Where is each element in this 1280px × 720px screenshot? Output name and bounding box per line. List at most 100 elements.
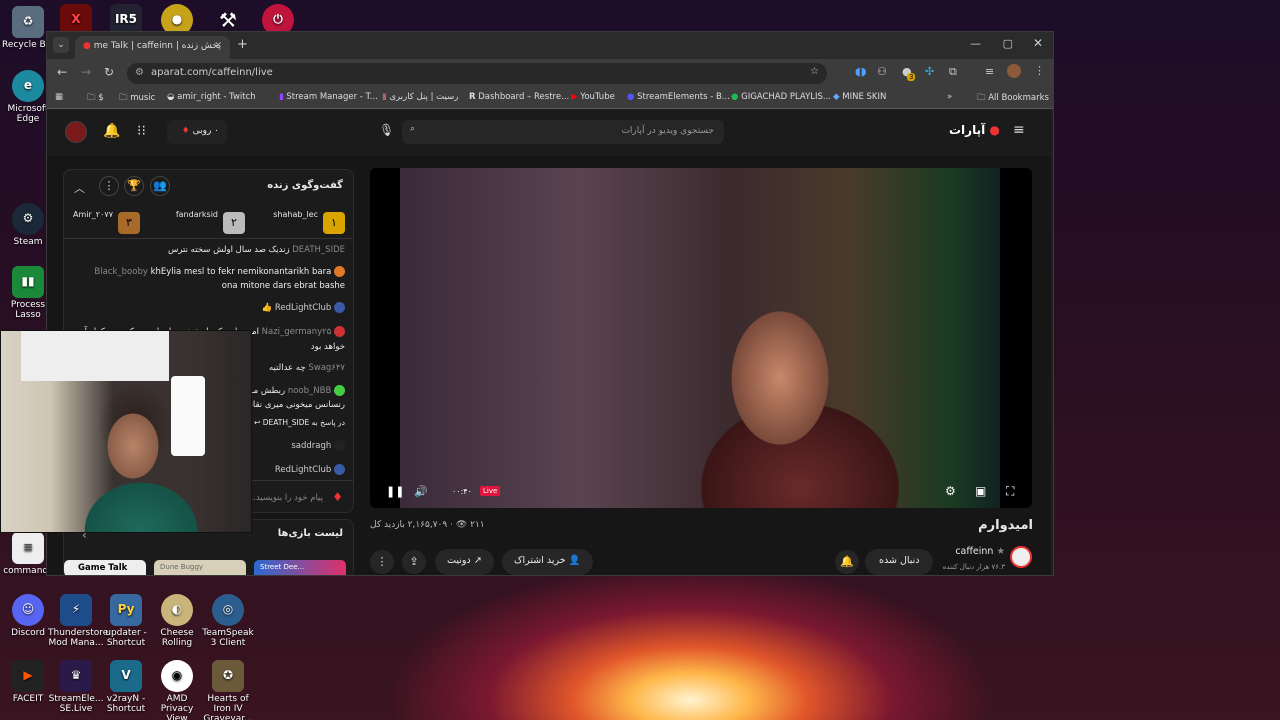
extension-icon[interactable]: ◖◗ [855,65,867,78]
minimize-icon[interactable]: — [970,37,981,50]
bookmark-2[interactable]: ◒ amir_right - Twitch [167,92,256,102]
total-views: ۲,۱۶۵,۷۰۹ بازدید کل [370,520,448,530]
pip-icon[interactable]: ▣ [975,484,986,498]
top-user-name[interactable]: fandarksid [176,210,218,219]
v2ray-label: v2rayN - Shortcut [106,694,146,714]
chat-text: khEylia mesl to fekr nemikonantarikh bar… [150,267,332,277]
chat-menu-icon[interactable]: ⋮ [99,176,119,196]
cheese-icon[interactable]: ◐ Cheese Rolling [149,594,205,649]
user-avatar[interactable] [65,121,87,143]
bookmark-0[interactable]: 🗀 $ [87,92,104,106]
video-player[interactable]: ❚❚ 🔊 ۰۰:۴۰ Live ⚙ ▣ ⛶ [370,168,1032,508]
chat-username[interactable]: RedLightClub [275,303,331,313]
apps-icon[interactable]: ⁝⁝ [137,123,146,139]
all-bookmarks[interactable]: 🗀 All Bookmarks [977,92,1049,106]
puzzle-icon[interactable]: ⧉ [949,65,957,79]
balance-button[interactable]: ۰ روبی ♦ [167,120,227,144]
close-tab-icon[interactable]: ✕ [214,41,222,51]
donate-button[interactable]: ↗ دونیت [435,549,494,575]
forward-icon[interactable]: → [81,65,91,79]
channel-name[interactable]: caffeinn [955,546,993,557]
game-card-label: Game Talk [78,563,128,573]
bookmark-5[interactable]: R Dashboard – Restre... [469,92,569,102]
apps-grid-icon[interactable]: ▦ [55,92,63,102]
bookmark-4[interactable]: ▮ رسیت | پنل کاربری [382,92,458,102]
avatar [334,385,345,396]
game-card[interactable]: Dune Buggy [154,560,246,575]
share-icon[interactable]: ⇪ [402,550,426,574]
chat-input-placeholder: پیام خود را بنویسید... [247,493,323,503]
more-bookmarks-icon[interactable]: » [947,92,952,102]
chat-message: Black_booby khEylia mesl to fekr nemikon… [94,266,345,277]
trophy-icon[interactable]: 🏆 [124,176,144,196]
chat-username[interactable]: RedLightClub [275,465,331,475]
top-user-name[interactable]: Amir_۲۰۷۷ [73,210,113,219]
chat-username[interactable]: Swag۶۴۷ [308,363,345,373]
hoi4-icon[interactable]: ✪ Hearts of Iron IV Graveyar... [200,660,256,720]
bookmark-6[interactable]: ▶ YouTube [571,92,615,102]
bookmarks-bar: ▦ 🗀 $ 🗀 music ◒ amir_right - Twitch ▮ St… [47,88,1053,109]
game-card[interactable]: Game Talk [64,560,146,575]
follow-button[interactable]: دنبال شده [865,549,934,575]
menu-dots-icon[interactable]: ⋮ [1034,64,1045,77]
bookmark-3[interactable]: ▮ Stream Manager - T... [279,92,378,102]
avatar [334,326,345,337]
media-icon[interactable]: ≡ [985,65,994,78]
maximize-icon[interactable]: ▢ [1003,37,1013,50]
bookmark-7[interactable]: ● StreamElements - B... [627,92,730,102]
chat-username[interactable]: Black_booby [94,267,147,277]
v2ray-icon[interactable]: Vv2rayN - Shortcut [98,660,154,715]
fullscreen-icon[interactable]: ⛶ [1006,484,1014,499]
teamspeak-icon[interactable]: ◎ TeamSpeak 3 Client [200,594,256,649]
chat-username[interactable]: Nazi_germany۲۵ [262,327,332,337]
notification-toggle-icon[interactable]: 🔔 [835,550,859,574]
volume-icon[interactable]: 🔊 [414,485,428,498]
chat-username[interactable]: saddragh [291,441,331,451]
chat-username[interactable]: noob_NBB [288,386,331,396]
extension2-icon[interactable]: ✣ [925,65,934,78]
pause-icon[interactable]: ❚❚ [386,485,404,498]
new-tab-icon[interactable]: + [237,37,248,52]
game-card[interactable]: Street Dee... [254,560,346,575]
tab-search-icon[interactable]: ⌄ [53,37,69,53]
users-icon[interactable]: 👥 [150,176,170,196]
search-input[interactable]: جستجوی ویدیو در آپارات ⌕ [402,120,724,144]
mic-icon[interactable]: 🎙 [379,123,394,137]
site-info-icon[interactable]: ⚙ [135,67,144,78]
aparat-logo[interactable]: آپارات ● [949,123,1000,137]
user-icon: 👤 [568,555,581,566]
collapse-chat-icon[interactable]: ︿ [74,180,85,196]
thunderstore-icon[interactable]: ⚡ Thunderstore Mod Mana... [48,594,108,649]
settings-icon[interactable]: ⚙ [945,484,956,498]
channel-avatar[interactable] [1010,546,1032,568]
bookmark-star-icon[interactable]: ☆ [810,66,819,77]
chat-message: RedLightClub [275,464,345,475]
reply-text: در پاسخ به DEATH_SIDE [262,418,345,427]
reload-icon[interactable]: ↻ [104,65,114,79]
streamelements-icon[interactable]: ♛ StreamEle... SE.Live [48,660,104,715]
hamburger-menu-icon[interactable]: ≡ [1013,122,1025,138]
bookmark-label: StreamElements - B... [637,92,730,102]
notification-bell-icon[interactable]: 🔔 [103,123,120,139]
profile-avatar-icon[interactable] [1007,64,1021,78]
more-options-icon[interactable]: ⋮ [370,550,394,574]
tab-title: me Talk | caffeinn | پخش زنده [93,41,221,51]
back-icon[interactable]: ← [57,65,67,79]
channel-info[interactable]: caffeinn ★ [945,546,1005,557]
search-icon[interactable]: ⌕ [410,124,415,134]
bookmark-1[interactable]: 🗀 music [119,92,155,106]
bookmark-9[interactable]: ◆ MINE SKIN [833,92,886,102]
tab-aparat[interactable]: ● me Talk | caffeinn | پخش زنده ✕ [75,36,230,59]
url-field[interactable]: ⚙ aparat.com/caffeinn/live ☆ [127,63,827,84]
top-user-name[interactable]: shahab_lec [273,210,318,219]
python-icon[interactable]: Py updater - Shortcut [98,594,154,649]
close-window-icon[interactable]: ✕ [1033,36,1043,50]
subscribe-button[interactable]: 👤 خرید اشتراک [502,549,593,575]
chat-message: DEATH_SIDE زندیک صد سال اولش سخته نترس [168,245,345,255]
wall-background [21,331,169,381]
chat-username[interactable]: DEATH_SIDE [292,245,345,255]
ruby-icon[interactable]: ♦ [332,490,343,504]
gamepad-icon[interactable]: ⚇ [877,65,887,78]
amd-privacy-icon[interactable]: ◉ AMD Privacy View [149,660,205,720]
bookmark-8[interactable]: ● GIGACHAD PLAYLIS... [731,92,831,102]
